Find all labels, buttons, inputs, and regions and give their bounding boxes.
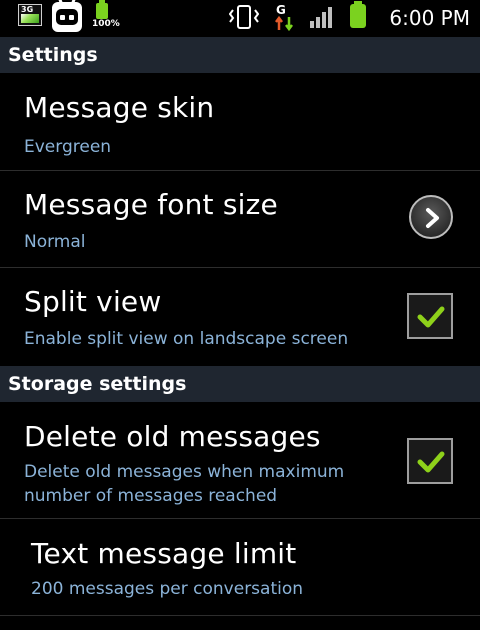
pref-summary: Normal [24,232,86,252]
checkmark-icon [417,451,445,473]
network-3g-label: 3G [21,5,34,14]
svg-text:G: G [276,3,286,17]
pref-title: Message skin [24,91,215,124]
delete-old-messages-checkbox[interactable] [407,438,453,484]
pref-delete-old-messages[interactable]: Delete old messages Delete old messages … [0,402,480,519]
pref-title: Text message limit [31,537,297,570]
signal-strength-icon [310,7,332,28]
pref-text-message-limit[interactable]: Text message limit 200 messages per conv… [0,519,480,616]
pref-summary: Delete old messages when maximum number … [24,462,345,506]
pref-summary: Enable split view on landscape screen [24,329,349,349]
split-view-checkbox[interactable] [407,293,453,339]
pref-summary: Evergreen [24,137,112,157]
pref-message-skin[interactable]: Message skin Evergreen [0,73,480,171]
pref-message-font-size[interactable]: Message font size Normal [0,171,480,268]
battery-icon [350,1,366,28]
section-header-settings: Settings [0,37,480,73]
checkmark-icon [417,306,445,328]
chevron-right-icon [426,208,439,228]
pref-title: Message font size [24,188,278,221]
network-3g-icon: 3G [18,4,42,26]
vibrate-icon [229,5,259,29]
pref-summary: 200 messages per conversation [31,579,304,599]
screen: 3G 100% G 6:00 PM Settings Message skin … [0,0,480,630]
pref-title: Split view [24,285,162,318]
battery-full-notification-icon [96,0,108,19]
pref-split-view[interactable]: Split view Enable split view on landscap… [0,268,480,366]
status-bar: 3G 100% G 6:00 PM [0,0,480,36]
pref-title: Delete old messages [24,420,321,453]
clock-time: 6:00 PM [389,6,470,30]
robot-notification-icon [52,0,82,32]
battery-percent-label: 100% [92,19,120,29]
data-activity-icon: G [275,3,293,32]
section-header-storage-settings: Storage settings [0,366,480,402]
chevron-right-button[interactable] [409,195,453,239]
